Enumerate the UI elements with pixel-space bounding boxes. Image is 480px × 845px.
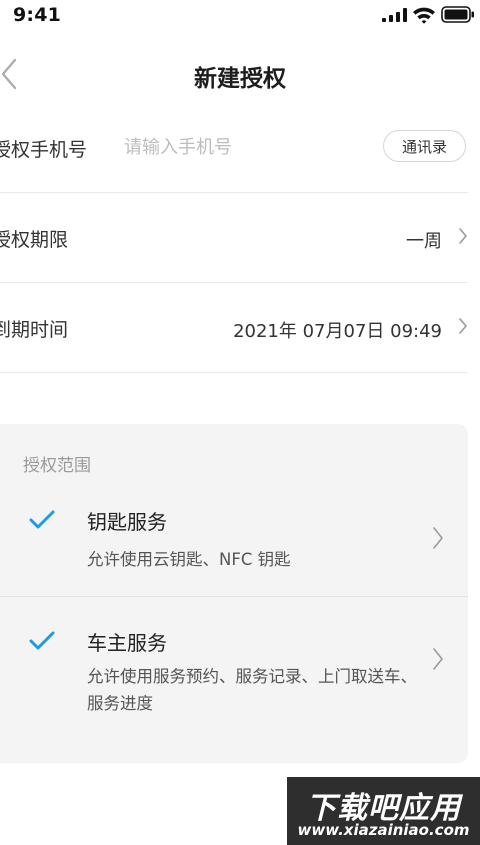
chevron-right-icon <box>433 527 443 549</box>
duration-label: 授权期限 <box>0 229 69 251</box>
status-time: 9:41 <box>13 4 62 26</box>
contacts-button[interactable]: 通讯录 <box>383 130 466 162</box>
signal-icon <box>382 8 407 22</box>
scope-item-name: 钥匙服务 <box>87 510 167 534</box>
chevron-right-icon <box>459 228 467 244</box>
phone-row: 授权手机号 通讯录 <box>0 102 468 193</box>
wifi-icon <box>413 7 435 24</box>
scope-item-key-service[interactable]: 钥匙服务 允许使用云钥匙、NFC 钥匙 <box>0 486 468 597</box>
chevron-right-icon <box>433 648 443 670</box>
duration-row[interactable]: 授权期限 一周 <box>0 192 468 283</box>
scope-title: 授权范围 <box>23 456 91 476</box>
scope-card: 授权范围 钥匙服务 允许使用云钥匙、NFC 钥匙 车主服务 允许使用服务预约、服… <box>0 424 468 763</box>
status-bar: 9:41 <box>0 0 480 32</box>
nav-bar: 新建授权 <box>0 40 480 110</box>
watermark: 下载吧应用 www.xiazainiao.com <box>287 777 480 845</box>
page-title: 新建授权 <box>194 66 286 92</box>
checkmark-icon[interactable] <box>28 629 56 651</box>
chevron-right-icon <box>459 318 467 334</box>
scope-item-name: 车主服务 <box>87 631 167 655</box>
watermark-url: www.xiazainiao.com <box>297 821 470 839</box>
scope-item-owner-service[interactable]: 车主服务 允许使用服务预约、服务记录、上门取送车、服务进度 <box>0 597 468 757</box>
duration-value: 一周 <box>406 231 442 252</box>
expiry-label: 到期时间 <box>0 319 69 341</box>
battery-icon <box>441 6 474 23</box>
expiry-value: 2021年 07月07日 09:49 <box>233 321 442 342</box>
phone-input[interactable] <box>124 134 364 160</box>
scope-item-description: 允许使用云钥匙、NFC 钥匙 <box>87 550 291 569</box>
checkmark-icon[interactable] <box>28 508 56 530</box>
phone-label: 授权手机号 <box>0 139 88 161</box>
expiry-row[interactable]: 到期时间 2021年 07月07日 09:49 <box>0 282 468 373</box>
scope-item-description: 允许使用服务预约、服务记录、上门取送车、服务进度 <box>87 667 417 713</box>
